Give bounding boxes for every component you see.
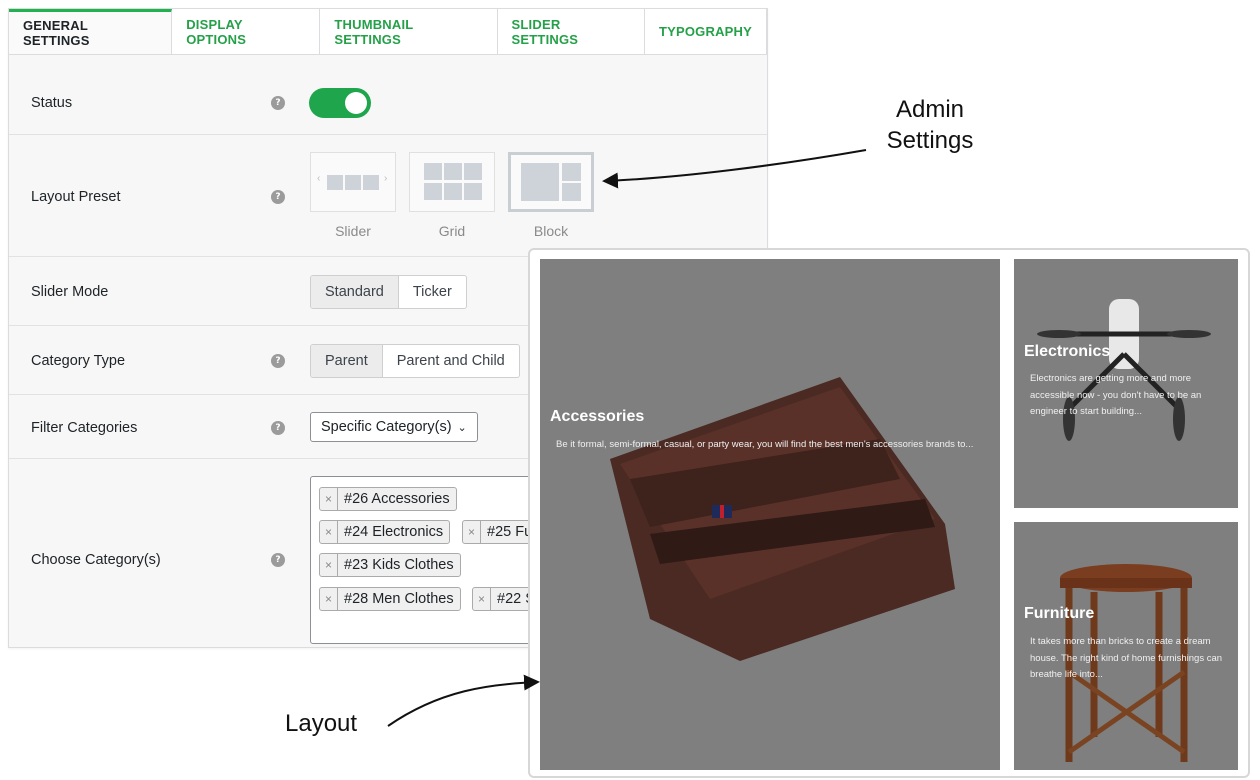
filter-categories-label: Filter Categories <box>31 420 138 436</box>
status-label: Status <box>31 95 73 111</box>
close-icon[interactable]: × <box>320 488 338 510</box>
tab-general-settings[interactable]: GENERAL SETTINGS <box>9 9 173 54</box>
status-toggle[interactable] <box>309 88 371 118</box>
preset-block <box>345 175 361 190</box>
chip-label: #26 Accessories <box>344 491 450 507</box>
category-type-control: Parent Parent and Child <box>310 344 520 378</box>
arrow-to-layout <box>387 674 540 727</box>
question-circle-icon[interactable]: ? <box>271 354 285 368</box>
card-description: Be it formal, semi-formal, casual, or pa… <box>556 439 974 450</box>
question-circle-icon[interactable]: ? <box>271 553 285 567</box>
preset-slider[interactable]: ‹ › <box>310 152 396 212</box>
close-icon[interactable]: × <box>463 521 481 543</box>
preset-block <box>327 175 343 190</box>
close-icon[interactable]: × <box>473 588 491 610</box>
chip-label: #28 Men Clothes <box>344 591 454 607</box>
preset-block <box>464 163 482 180</box>
layout-preset-label: Layout Preset <box>31 189 121 205</box>
category-type-parent[interactable]: Parent <box>311 345 383 377</box>
category-card-furniture[interactable]: Furniture It takes more than bricks to c… <box>1014 522 1238 770</box>
screenshot-canvas: GENERAL SETTINGS DISPLAY OPTIONS THUMBNA… <box>0 0 1260 780</box>
card-title: Furniture <box>1024 605 1095 622</box>
chip-label: #23 Kids Clothes <box>344 557 454 573</box>
row-status: Status ? <box>9 55 767 135</box>
question-circle-icon[interactable]: ? <box>271 190 285 204</box>
question-circle-icon[interactable]: ? <box>271 421 285 435</box>
annotation-layout: Layout <box>285 710 358 737</box>
preset-block <box>424 183 442 200</box>
row-layout-preset: Layout Preset ? ‹ › Slider Grid Block <box>9 135 767 257</box>
layout-preview: Accessories Be it formal, semi-formal, c… <box>528 248 1250 778</box>
close-icon[interactable]: × <box>320 554 338 576</box>
category-chip: × #28 Men Clothes <box>319 587 461 611</box>
slider-mode-standard[interactable]: Standard <box>311 276 399 308</box>
settings-tabs: GENERAL SETTINGS DISPLAY OPTIONS THUMBNA… <box>9 9 767 55</box>
chevron-left-icon: ‹ <box>317 173 321 184</box>
question-circle-icon[interactable]: ? <box>271 96 285 110</box>
card-description: Electronics are getting more and more ac… <box>1030 373 1202 417</box>
preset-block[interactable] <box>508 152 594 212</box>
close-icon[interactable]: × <box>320 588 338 610</box>
preset-block <box>444 183 462 200</box>
slider-mode-ticker[interactable]: Ticker <box>399 276 466 308</box>
tab-display-options[interactable]: DISPLAY OPTIONS <box>172 9 321 54</box>
tab-thumbnail-settings[interactable]: THUMBNAIL SETTINGS <box>320 9 498 54</box>
preset-grid[interactable] <box>409 152 495 212</box>
card-title: Accessories <box>550 408 645 425</box>
filter-categories-value: Specific Category(s) <box>321 419 452 435</box>
preset-block-small <box>562 183 581 201</box>
annotation-admin-settings: Admin Settings <box>886 96 974 154</box>
preset-block <box>363 175 379 190</box>
card-description: It takes more than bricks to create a dr… <box>1030 636 1223 680</box>
tab-slider-settings[interactable]: SLIDER SETTINGS <box>497 9 645 54</box>
category-type-parent-and-child[interactable]: Parent and Child <box>383 345 519 377</box>
card-title: Electronics <box>1024 343 1111 360</box>
category-chip: × #26 Accessories <box>319 487 457 511</box>
slider-mode-label: Slider Mode <box>31 284 109 300</box>
category-card-electronics[interactable]: Electronics Electronics are getting more… <box>1014 259 1238 508</box>
toggle-knob <box>345 92 367 114</box>
preset-block-caption: Block <box>533 223 569 239</box>
preset-block-small <box>562 163 581 181</box>
filter-categories-select[interactable]: Specific Category(s) ⌄ <box>310 412 478 442</box>
chevron-right-icon: › <box>384 173 388 184</box>
close-icon[interactable]: × <box>320 521 338 543</box>
preset-block <box>444 163 462 180</box>
category-chip: × #23 Kids Clothes <box>319 553 461 577</box>
preset-block <box>424 163 442 180</box>
slider-mode-control: Standard Ticker <box>310 275 467 309</box>
chip-label: #24 Electronics <box>344 524 444 540</box>
choose-category-label: Choose Category(s) <box>31 552 161 568</box>
preset-block-large <box>521 163 559 201</box>
category-card-accessories[interactable]: Accessories Be it formal, semi-formal, c… <box>540 259 1000 770</box>
category-type-label: Category Type <box>31 353 126 369</box>
preset-block <box>464 183 482 200</box>
tab-typography[interactable]: TYPOGRAPHY <box>644 9 767 54</box>
preset-grid-caption: Grid <box>438 223 466 239</box>
wallet-image <box>610 377 955 661</box>
preset-slider-caption: Slider <box>335 223 371 239</box>
category-chip: × #24 Electronics <box>319 520 451 544</box>
chevron-down-icon: ⌄ <box>457 421 467 434</box>
